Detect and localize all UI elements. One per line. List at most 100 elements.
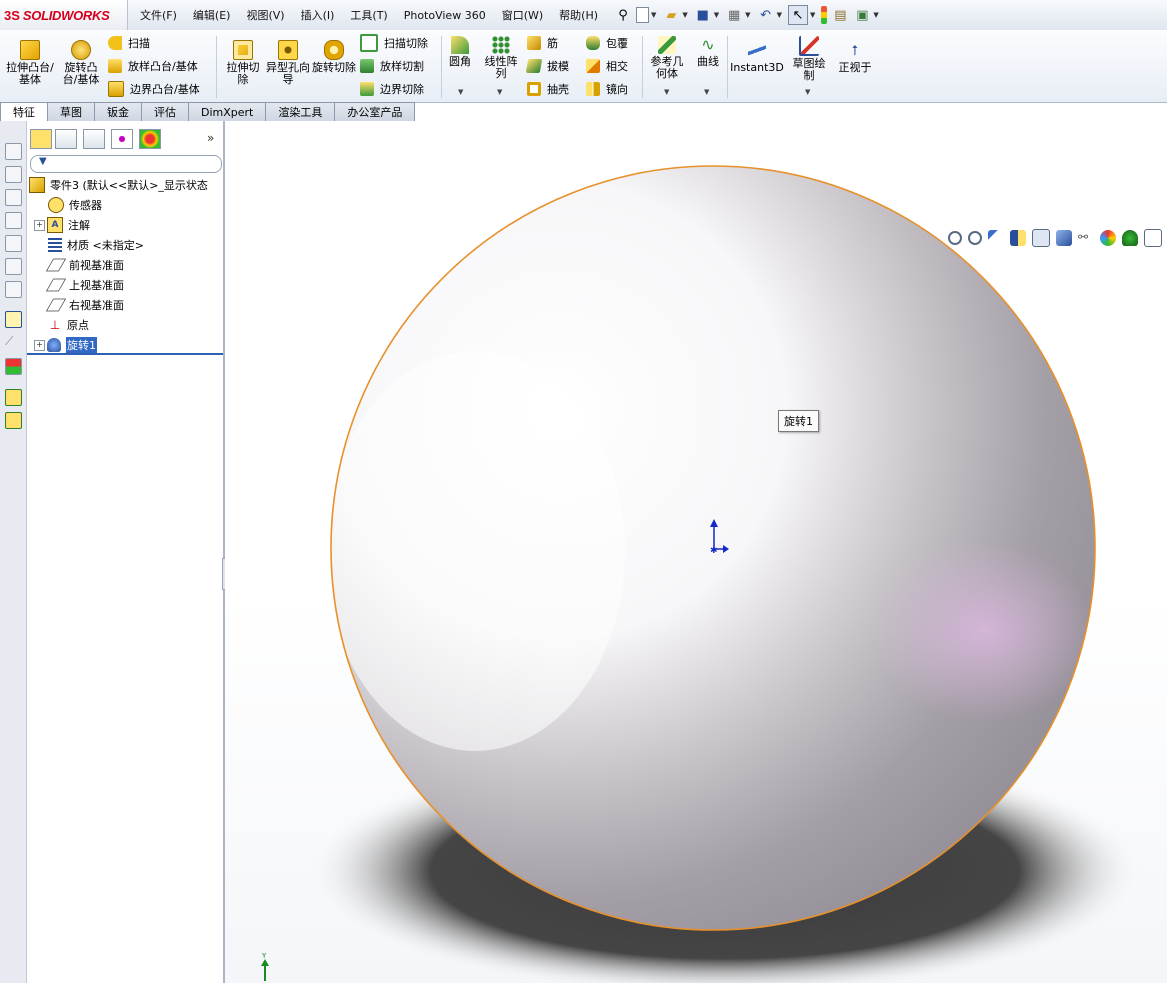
tree-item-origin[interactable]: ⊥ 原点 (48, 315, 89, 335)
tab-sketch[interactable]: 草图 (48, 102, 95, 122)
rollback-bar[interactable] (27, 353, 223, 355)
menu-photoview[interactable]: PhotoView 360 (396, 9, 494, 22)
zoom-to-area-icon[interactable] (968, 231, 982, 245)
tree-item-annotations[interactable]: + A 注解 (34, 215, 90, 235)
boundary-cut-button[interactable]: 边界切除 (360, 80, 424, 98)
loft-button[interactable]: 放样凸台/基体 (108, 57, 198, 75)
cube-view-icon[interactable] (5, 143, 22, 160)
extrude-boss-button[interactable]: 拉伸凸台/基体 (6, 40, 54, 86)
cube-view-icon[interactable] (5, 212, 22, 229)
zoom-to-fit-icon[interactable] (948, 231, 962, 245)
tree-item-front-plane[interactable]: 前视基准面 (45, 255, 124, 275)
shell-button[interactable]: 抽壳 (527, 80, 569, 98)
expand-plus-icon[interactable]: + (34, 219, 45, 231)
sweep-button[interactable]: 扫描 (108, 34, 150, 52)
hide-show-items-icon[interactable]: ⚯ (1078, 230, 1094, 246)
expand-plus-icon[interactable]: + (34, 339, 45, 351)
relations-icon[interactable] (5, 358, 22, 375)
previous-view-icon[interactable] (988, 230, 1004, 246)
tree-item-material[interactable]: 材质 <未指定> (48, 235, 144, 255)
sketch-button[interactable]: 草图绘制 (788, 36, 830, 82)
graphics-area[interactable]: ✱ Y ⚯ (225, 121, 1167, 983)
view-settings-icon[interactable] (1144, 229, 1162, 247)
new-document-icon[interactable] (636, 7, 649, 23)
tab-office-products[interactable]: 办公室产品 (335, 102, 416, 122)
draft-button[interactable]: 拔模 (525, 57, 569, 75)
chevron-down-icon[interactable]: ▼ (777, 11, 782, 19)
configuration-manager-tab-icon[interactable] (83, 129, 105, 149)
chevron-down-icon[interactable]: ▼ (745, 11, 750, 19)
wrap-button[interactable]: 包覆 (586, 34, 628, 52)
cube-view-icon[interactable] (5, 281, 22, 298)
tab-dimxpert[interactable]: DimXpert (189, 102, 267, 122)
menu-view[interactable]: 视图(V) (238, 7, 292, 23)
feature-icon[interactable] (5, 412, 22, 429)
chevron-down-icon[interactable]: ▼ (873, 11, 878, 19)
chevron-down-icon[interactable]: ▼ (664, 88, 669, 96)
revolve-cut-button[interactable]: 旋转切除 (312, 40, 356, 74)
normal-to-button[interactable]: ⭡ 正视于 (834, 42, 876, 74)
instant3d-button[interactable]: Instant3D (730, 42, 784, 74)
menu-help[interactable]: 帮助(H) (551, 7, 606, 23)
chevron-down-icon[interactable]: ▼ (805, 88, 810, 96)
menu-window[interactable]: 窗口(W) (494, 7, 551, 23)
options-icon[interactable]: ▣ (853, 6, 871, 24)
chevron-down-icon[interactable]: ▼ (458, 88, 463, 96)
tree-item-top-plane[interactable]: 上视基准面 (45, 275, 124, 295)
chevron-down-icon[interactable]: ▼ (704, 88, 709, 96)
display-manager-tab-icon[interactable] (139, 129, 161, 149)
file-properties-icon[interactable]: ▤ (831, 6, 849, 24)
property-manager-tab-icon[interactable] (55, 129, 77, 149)
sphere-model[interactable]: ✱ Y (225, 121, 1167, 983)
display-style-icon[interactable] (1056, 230, 1072, 246)
cube-view-icon[interactable] (5, 166, 22, 183)
tree-item-right-plane[interactable]: 右视基准面 (45, 295, 124, 315)
revolve-boss-button[interactable]: 旋转凸台/基体 (58, 40, 104, 86)
linear-pattern-button[interactable]: 线性阵列 (480, 36, 522, 80)
intersect-button[interactable]: 相交 (586, 57, 628, 75)
reference-geometry-button[interactable]: 参考几何体 (646, 36, 688, 80)
edit-appearance-icon[interactable] (1100, 230, 1116, 246)
view-orientation-icon[interactable] (1032, 229, 1050, 247)
chevron-down-icon[interactable]: ▼ (497, 88, 502, 96)
fillet-button[interactable]: 圆角 (446, 36, 474, 68)
sketch-pencil-icon[interactable] (5, 311, 22, 328)
chevron-down-icon[interactable]: ▼ (651, 11, 656, 19)
tree-item-sensors[interactable]: 传感器 (48, 195, 102, 215)
swept-cut-button[interactable]: 扫描切除 (360, 34, 428, 52)
feature-icon[interactable] (5, 389, 22, 406)
cube-view-icon[interactable] (5, 189, 22, 206)
menu-tools[interactable]: 工具(T) (342, 7, 395, 23)
menu-file[interactable]: 文件(F) (132, 7, 185, 23)
select-pointer-icon[interactable]: ↖ (787, 5, 808, 25)
mirror-button[interactable]: 镜向 (586, 80, 628, 98)
solidworks-logo[interactable]: 3S SOLIDWORKS (0, 0, 128, 30)
tab-evaluate[interactable]: 评估 (142, 102, 189, 122)
extrude-cut-button[interactable]: 拉伸切除 (222, 40, 264, 86)
dimxpert-manager-tab-icon[interactable] (111, 129, 133, 149)
chevron-down-icon[interactable]: ▼ (682, 11, 687, 19)
tree-root-part[interactable]: 零件3 (默认<<默认>_显示状态 (29, 175, 208, 195)
curves-button[interactable]: ∿ 曲线 (692, 36, 724, 68)
tree-filter-input[interactable]: ▼ (30, 155, 222, 173)
undo-icon[interactable]: ↶ (757, 6, 775, 24)
rib-button[interactable]: 筋 (527, 34, 558, 52)
boundary-boss-button[interactable]: 边界凸台/基体 (108, 80, 200, 98)
apply-scene-icon[interactable] (1122, 230, 1138, 246)
cube-view-icon[interactable] (5, 258, 22, 275)
pin-icon[interactable]: ⚲ (614, 6, 632, 24)
lofted-cut-button[interactable]: 放样切割 (360, 57, 424, 75)
open-folder-icon[interactable]: ▰ (662, 6, 680, 24)
smart-dimension-icon[interactable]: ⟋ (5, 334, 20, 349)
menu-insert[interactable]: 插入(I) (293, 7, 343, 23)
feature-manager-tab-icon[interactable] (30, 129, 52, 149)
menu-edit[interactable]: 编辑(E) (185, 7, 239, 23)
hole-wizard-button[interactable]: 异型孔向导 (266, 40, 310, 86)
section-view-icon[interactable] (1010, 230, 1026, 246)
print-icon[interactable]: ▦ (725, 6, 743, 24)
cube-view-icon[interactable] (5, 235, 22, 252)
tab-features[interactable]: 特征 (0, 102, 48, 122)
tab-sheet-metal[interactable]: 钣金 (95, 102, 142, 122)
chevron-down-icon[interactable]: ▼ (810, 11, 815, 19)
tree-item-revolve1[interactable]: + 旋转1 (34, 335, 97, 355)
